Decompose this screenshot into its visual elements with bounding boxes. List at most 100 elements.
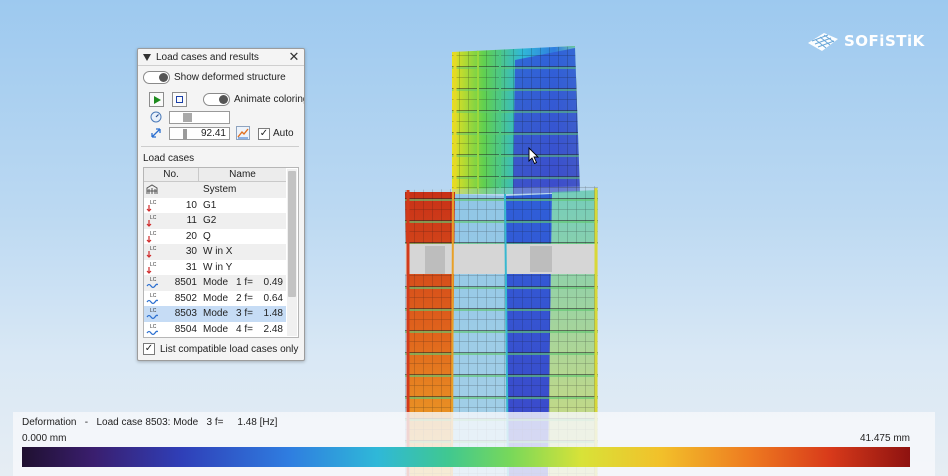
auto-scale-icon[interactable] xyxy=(236,126,250,140)
load-case-icon: LC xyxy=(146,246,157,258)
mode-icon: LC xyxy=(146,308,158,320)
sofistik-logo: SOFiSTiK xyxy=(806,28,925,54)
load-case-number: 8501 xyxy=(174,277,197,288)
load-case-number: 10 xyxy=(185,199,197,211)
legend-min-value: 0.000 mm xyxy=(22,433,67,444)
mode-frequency-value: 0.49 xyxy=(263,277,283,288)
load-case-icon: LC xyxy=(146,200,157,212)
scale-factor-input[interactable]: 92.41 xyxy=(169,127,230,140)
animate-coloring-label: Animate coloring xyxy=(234,94,304,105)
load-case-number: 30 xyxy=(185,246,197,257)
color-scale-bar xyxy=(22,447,910,467)
table-header: No. Name xyxy=(144,168,286,182)
load-case-number: 8502 xyxy=(174,292,197,304)
table-row[interactable]: LC 8504 Mode 4 f= 2.48 xyxy=(144,322,286,338)
stop-icon xyxy=(176,96,183,103)
panel-divider xyxy=(141,146,299,147)
mode-frequency-label: 1 f= xyxy=(236,277,253,288)
load-case-name: Mode xyxy=(203,308,229,319)
legend-max-value: 41.475 mm xyxy=(859,433,910,444)
load-case-icon: LC xyxy=(146,262,157,274)
collapse-arrow-icon[interactable] xyxy=(143,53,151,61)
load-case-name: Mode xyxy=(203,292,229,304)
result-legend: Deformation - Load case 8503: Mode 3 f= … xyxy=(13,412,935,476)
table-scrollbar[interactable] xyxy=(287,169,297,336)
svg-text:LC: LC xyxy=(150,200,157,206)
table-row[interactable]: LC 30 W in X xyxy=(144,244,286,260)
panel-title: Load cases and results xyxy=(156,51,259,63)
svg-text:LC: LC xyxy=(150,308,157,314)
scrollbar-thumb[interactable] xyxy=(288,171,296,297)
svg-text:LC: LC xyxy=(150,262,157,268)
table-row[interactable]: LC 20 Q xyxy=(144,229,286,245)
toggle-knob xyxy=(159,73,168,82)
table-row[interactable]: LC 8503 Mode 3 f= 1.48 xyxy=(144,306,286,322)
load-case-name: System xyxy=(203,184,237,195)
slider-thumb[interactable] xyxy=(183,113,192,122)
compatible-load-cases-label: List compatible load cases only xyxy=(160,344,299,355)
system-icon xyxy=(146,184,158,194)
mode-frequency-value: 2.48 xyxy=(263,323,283,335)
load-cases-heading: Load cases xyxy=(143,153,195,164)
mode-frequency-value: 1.48 xyxy=(263,308,283,319)
table-row[interactable]: LC 31 W in Y xyxy=(144,260,286,276)
load-case-number: 11 xyxy=(186,215,197,226)
logo-text: SOFiSTiK xyxy=(844,32,925,50)
logo-mesh-icon xyxy=(808,33,838,51)
load-case-name: Mode xyxy=(203,323,229,335)
play-icon xyxy=(154,95,161,104)
table-row[interactable]: LC 8501 Mode 1 f= 0.49 xyxy=(144,275,286,291)
mode-icon: LC xyxy=(146,293,158,304)
mode-icon: LC xyxy=(146,277,158,289)
svg-text:LC: LC xyxy=(150,293,157,299)
load-case-number: 8503 xyxy=(174,308,197,319)
speed-dial-icon xyxy=(150,111,162,123)
mode-frequency-value: 0.64 xyxy=(263,292,283,304)
table-row[interactable]: LC 10 G1 xyxy=(144,198,286,214)
load-case-name: Q xyxy=(203,230,211,242)
show-deformed-label: Show deformed structure xyxy=(174,72,286,83)
load-case-name: G2 xyxy=(203,215,217,226)
load-case-number: 31 xyxy=(185,261,197,273)
table-row[interactable]: System xyxy=(144,182,286,198)
column-header-no[interactable]: No. xyxy=(144,168,199,181)
svg-text:LC: LC xyxy=(150,246,157,252)
animate-coloring-toggle[interactable] xyxy=(203,93,230,106)
compatible-load-cases-checkbox[interactable]: ✓ xyxy=(143,343,155,355)
mode-frequency-label: 4 f= xyxy=(236,323,253,335)
input-caret xyxy=(183,129,187,139)
load-case-icon: LC xyxy=(146,231,157,243)
mode-icon: LC xyxy=(146,324,158,335)
legend-title: Deformation - Load case 8503: Mode 3 f= … xyxy=(22,417,278,428)
upper-tower xyxy=(452,46,580,194)
load-cases-table: No. Name System LC 10 G1 LC 11 G2 LC 20 Q LC 30 W in… xyxy=(143,167,299,338)
column-header-name[interactable]: Name xyxy=(199,168,286,181)
auto-checkbox[interactable]: ✓ xyxy=(258,128,270,140)
load-case-number: 20 xyxy=(185,230,197,242)
svg-text:LC: LC xyxy=(150,215,157,221)
scale-factor-value: 92.41 xyxy=(200,128,226,139)
close-icon[interactable]: ✕ xyxy=(288,50,300,63)
play-button[interactable] xyxy=(149,92,164,107)
load-case-number: 8504 xyxy=(174,323,197,335)
load-case-name: W in X xyxy=(203,246,233,257)
table-row[interactable]: LC 8502 Mode 2 f= 0.64 xyxy=(144,291,286,307)
stop-button[interactable] xyxy=(172,92,187,107)
mouse-cursor-icon xyxy=(528,147,540,165)
svg-text:LC: LC xyxy=(150,324,157,330)
svg-text:LC: LC xyxy=(150,231,157,237)
table-row[interactable]: LC 11 G2 xyxy=(144,213,286,229)
scale-arrows-icon xyxy=(151,128,161,138)
load-case-name: G1 xyxy=(203,199,217,211)
toggle-knob xyxy=(219,95,228,104)
mode-frequency-label: 2 f= xyxy=(236,292,253,304)
auto-label: Auto xyxy=(273,128,294,139)
load-case-name: W in Y xyxy=(203,261,233,273)
animation-speed-slider[interactable] xyxy=(169,111,230,124)
show-deformed-toggle[interactable] xyxy=(143,71,170,84)
svg-text:LC: LC xyxy=(150,277,157,283)
load-case-name: Mode xyxy=(203,277,229,288)
mode-frequency-label: 3 f= xyxy=(236,308,253,319)
panel-header[interactable]: Load cases and results ✕ xyxy=(138,49,304,66)
load-case-icon: LC xyxy=(146,215,157,227)
